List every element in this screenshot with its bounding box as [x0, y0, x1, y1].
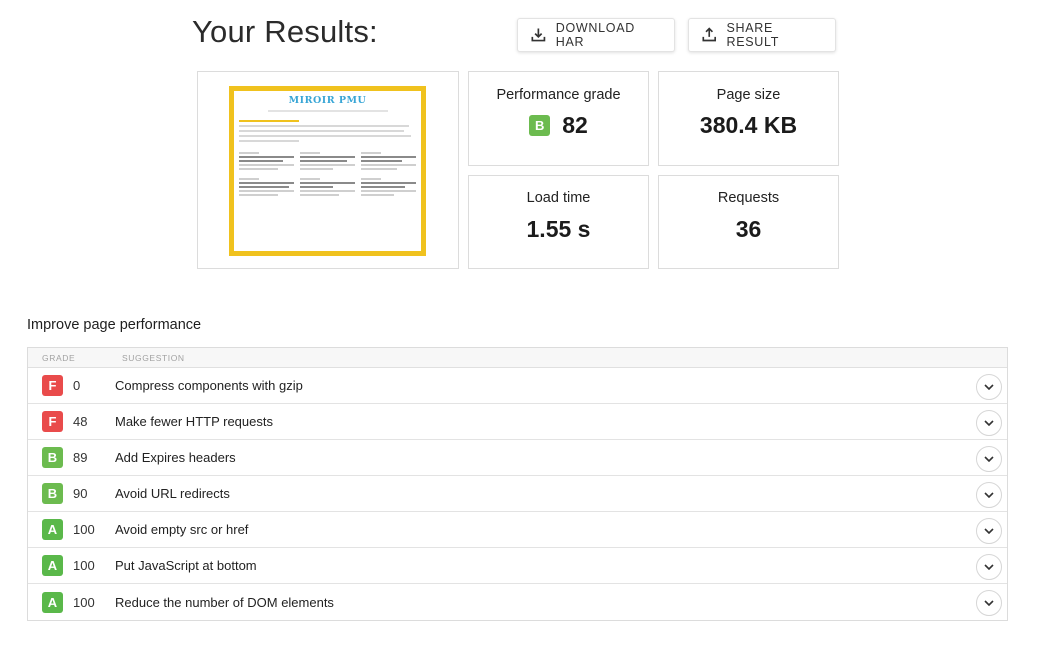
suggestion-text: Avoid empty src or href [115, 522, 249, 537]
share-icon [702, 27, 717, 42]
load-time-label: Load time [526, 190, 591, 206]
expand-button[interactable] [976, 554, 1002, 580]
table-row[interactable]: B 90 Avoid URL redirects [28, 476, 1007, 512]
performance-grade-badge: B [529, 115, 551, 136]
grade-score: 89 [73, 450, 88, 465]
expand-button[interactable] [976, 446, 1002, 472]
suggestion-text: Make fewer HTTP requests [115, 414, 273, 429]
performance-grade-card: Performance grade B 82 [468, 71, 649, 166]
suggestion-text: Put JavaScript at bottom [115, 558, 257, 573]
page-size-card: Page size 380.4 KB [658, 71, 839, 166]
suggestions-table: GRADE SUGGESTION F 0 Compress components… [27, 347, 1008, 621]
share-result-label: SHARE RESULT [726, 21, 780, 49]
expand-button[interactable] [976, 590, 1002, 616]
chevron-down-icon [984, 492, 994, 498]
requests-card: Requests 36 [658, 175, 839, 269]
suggestion-text: Add Expires headers [115, 450, 236, 465]
grade-badge: F [42, 411, 63, 432]
grade-column-header: GRADE [42, 352, 76, 363]
expand-button[interactable] [976, 482, 1002, 508]
chevron-down-icon [984, 456, 994, 462]
chevron-down-icon [984, 600, 994, 606]
table-header: GRADE SUGGESTION [28, 348, 1007, 368]
suggestion-text: Avoid URL redirects [115, 486, 230, 501]
performance-grade-value: 82 [562, 112, 588, 138]
download-har-button[interactable]: DOWNLOAD HAR [517, 18, 675, 52]
page-size-label: Page size [716, 87, 781, 103]
grade-score: 48 [73, 414, 88, 429]
table-row[interactable]: F 48 Make fewer HTTP requests [28, 404, 1007, 440]
page-size-value: 380.4 KB [699, 112, 798, 138]
requests-label: Requests [717, 190, 780, 206]
grade-badge: A [42, 591, 63, 613]
expand-button[interactable] [976, 518, 1002, 544]
grade-badge: B [42, 483, 63, 504]
share-result-button[interactable]: SHARE RESULT [688, 18, 836, 52]
load-time-value: 1.55 s [526, 216, 591, 242]
page-title: Your Results: [192, 14, 378, 49]
page-screenshot-card: MIROIR PMU [197, 71, 459, 269]
thumbnail-site-name: MIROIR PMU [288, 95, 367, 106]
table-row[interactable]: B 89 Add Expires headers [28, 440, 1007, 476]
expand-button[interactable] [976, 410, 1002, 436]
chevron-down-icon [984, 420, 994, 426]
table-row[interactable]: F 0 Compress components with gzip [28, 368, 1007, 404]
grade-badge: A [42, 555, 63, 576]
download-har-label: DOWNLOAD HAR [555, 21, 635, 49]
performance-grade-label: Performance grade [496, 87, 621, 103]
chevron-down-icon [984, 384, 994, 390]
grade-badge: A [42, 519, 63, 540]
table-row[interactable]: A 100 Put JavaScript at bottom [28, 548, 1007, 584]
chevron-down-icon [984, 528, 994, 534]
grade-badge: B [42, 447, 63, 468]
grade-badge: F [42, 375, 63, 396]
suggestion-text: Compress components with gzip [115, 378, 303, 393]
table-row[interactable]: A 100 Reduce the number of DOM elements [28, 584, 1007, 620]
load-time-card: Load time 1.55 s [468, 175, 649, 269]
expand-button[interactable] [976, 374, 1002, 400]
chevron-down-icon [984, 564, 994, 570]
download-icon [531, 28, 546, 42]
grade-score: 100 [73, 558, 95, 573]
suggestion-text: Reduce the number of DOM elements [115, 594, 334, 610]
improve-performance-title: Improve page performance [27, 317, 202, 333]
table-row[interactable]: A 100 Avoid empty src or href [28, 512, 1007, 548]
requests-value: 36 [735, 216, 762, 242]
grade-score: 90 [73, 486, 88, 501]
grade-score: 0 [73, 378, 81, 393]
grade-score: 100 [73, 594, 95, 610]
page-screenshot-thumbnail: MIROIR PMU [229, 86, 426, 256]
grade-score: 100 [73, 522, 95, 537]
suggestion-column-header: SUGGESTION [122, 352, 185, 363]
